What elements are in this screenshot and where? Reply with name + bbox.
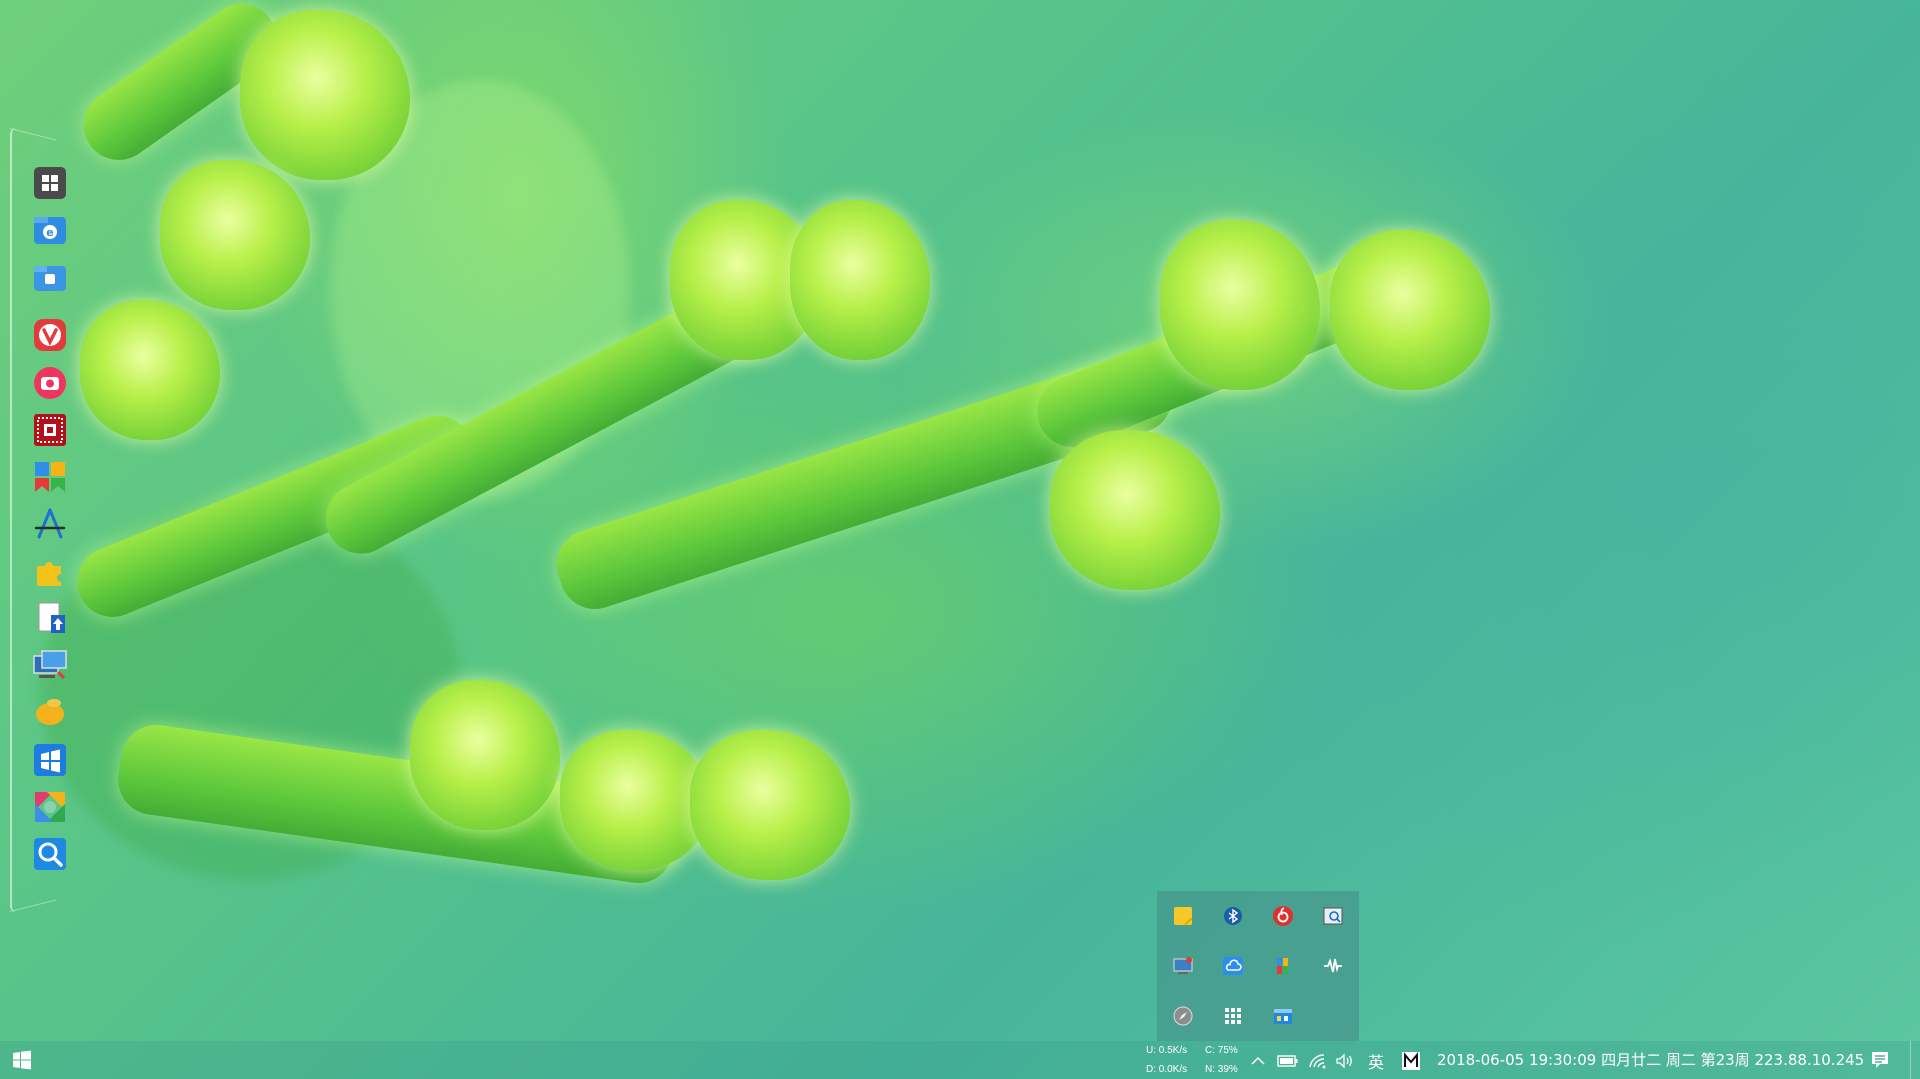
taskbar: U: 0.5K/s D: 0.0K/s C: 75% N: 39% 英 2018… bbox=[0, 1041, 1920, 1079]
file-explorer-icon[interactable] bbox=[31, 258, 69, 296]
plant-bud bbox=[240, 10, 410, 180]
grid-app-icon[interactable] bbox=[1218, 1001, 1248, 1031]
volume-icon[interactable] bbox=[1334, 1050, 1356, 1072]
net-upload-speed: U: 0.5K/s bbox=[1146, 1045, 1188, 1056]
screen-capture-icon[interactable] bbox=[31, 411, 69, 449]
show-hidden-icons-chevron-icon[interactable] bbox=[1247, 1050, 1269, 1072]
photos-app-icon[interactable] bbox=[31, 788, 69, 826]
color-picker-icon[interactable] bbox=[1268, 951, 1298, 981]
notification-icon bbox=[1872, 1052, 1888, 1068]
audio-wave-icon[interactable] bbox=[1318, 951, 1348, 981]
bluetooth-icon[interactable] bbox=[1218, 901, 1248, 931]
color-blocks-app-icon[interactable] bbox=[31, 458, 69, 496]
control-panel-icon[interactable] bbox=[1268, 1001, 1298, 1031]
show-desktop-button[interactable] bbox=[1910, 1041, 1920, 1079]
tray-overflow-flyout bbox=[1157, 891, 1359, 1041]
sticky-notes-icon[interactable] bbox=[1168, 901, 1198, 931]
file-upload-icon[interactable] bbox=[31, 599, 69, 637]
wifi-icon[interactable] bbox=[1307, 1050, 1329, 1072]
windows-store-icon[interactable] bbox=[31, 741, 69, 779]
plant-bud bbox=[80, 300, 220, 440]
plant-bud bbox=[410, 680, 560, 830]
start-button[interactable] bbox=[0, 1041, 44, 1079]
app-dock: e bbox=[10, 128, 67, 912]
action-center-button[interactable] bbox=[1862, 1041, 1898, 1079]
svg-text:e: e bbox=[46, 226, 53, 239]
desktop[interactable]: e U: 0.5K/s D: 0.0K/s C: 75% N: 39% 英 20… bbox=[0, 0, 1920, 1079]
search-icon[interactable] bbox=[31, 835, 69, 873]
plant-bud bbox=[1160, 220, 1320, 390]
monitor-tool-icon[interactable] bbox=[1168, 951, 1198, 981]
plant-bud bbox=[560, 730, 710, 870]
m-app-icon[interactable] bbox=[1400, 1050, 1422, 1072]
internet-explorer-icon[interactable]: e bbox=[31, 211, 69, 249]
memory-usage: N: 39% bbox=[1205, 1064, 1238, 1075]
battery-icon[interactable] bbox=[1277, 1050, 1299, 1072]
date-time-display[interactable]: 2018-06-05 19:30:09 四月廿二 周二 第23周 223.88.… bbox=[1437, 1041, 1864, 1079]
net-download-speed: D: 0.0K/s bbox=[1146, 1064, 1188, 1075]
puzzle-plugin-icon[interactable] bbox=[31, 552, 69, 590]
fruit-app-icon[interactable] bbox=[31, 693, 69, 731]
dock-edge bbox=[10, 128, 56, 159]
input-method-indicator[interactable]: 英 bbox=[1365, 1050, 1387, 1072]
camera-icon[interactable] bbox=[31, 364, 69, 402]
plant-bud bbox=[790, 200, 930, 360]
screen-reader-icon[interactable] bbox=[1318, 901, 1348, 931]
cpu-usage: C: 75% bbox=[1205, 1045, 1238, 1056]
plant-bud bbox=[1050, 430, 1220, 590]
plant-bud bbox=[160, 160, 310, 310]
netease-music-icon[interactable] bbox=[1268, 901, 1298, 931]
start-menu-icon[interactable] bbox=[31, 164, 69, 202]
cloud-drive-icon[interactable] bbox=[1218, 951, 1248, 981]
plant-bud bbox=[1330, 230, 1490, 390]
compass-icon[interactable] bbox=[1168, 1001, 1198, 1031]
dock-edge bbox=[10, 881, 56, 912]
vivaldi-icon[interactable] bbox=[31, 316, 69, 354]
plant-bud bbox=[690, 730, 850, 880]
remote-desktop-icon[interactable] bbox=[31, 646, 69, 684]
app-store-icon[interactable] bbox=[31, 505, 69, 543]
windows-logo-icon bbox=[13, 1050, 31, 1070]
